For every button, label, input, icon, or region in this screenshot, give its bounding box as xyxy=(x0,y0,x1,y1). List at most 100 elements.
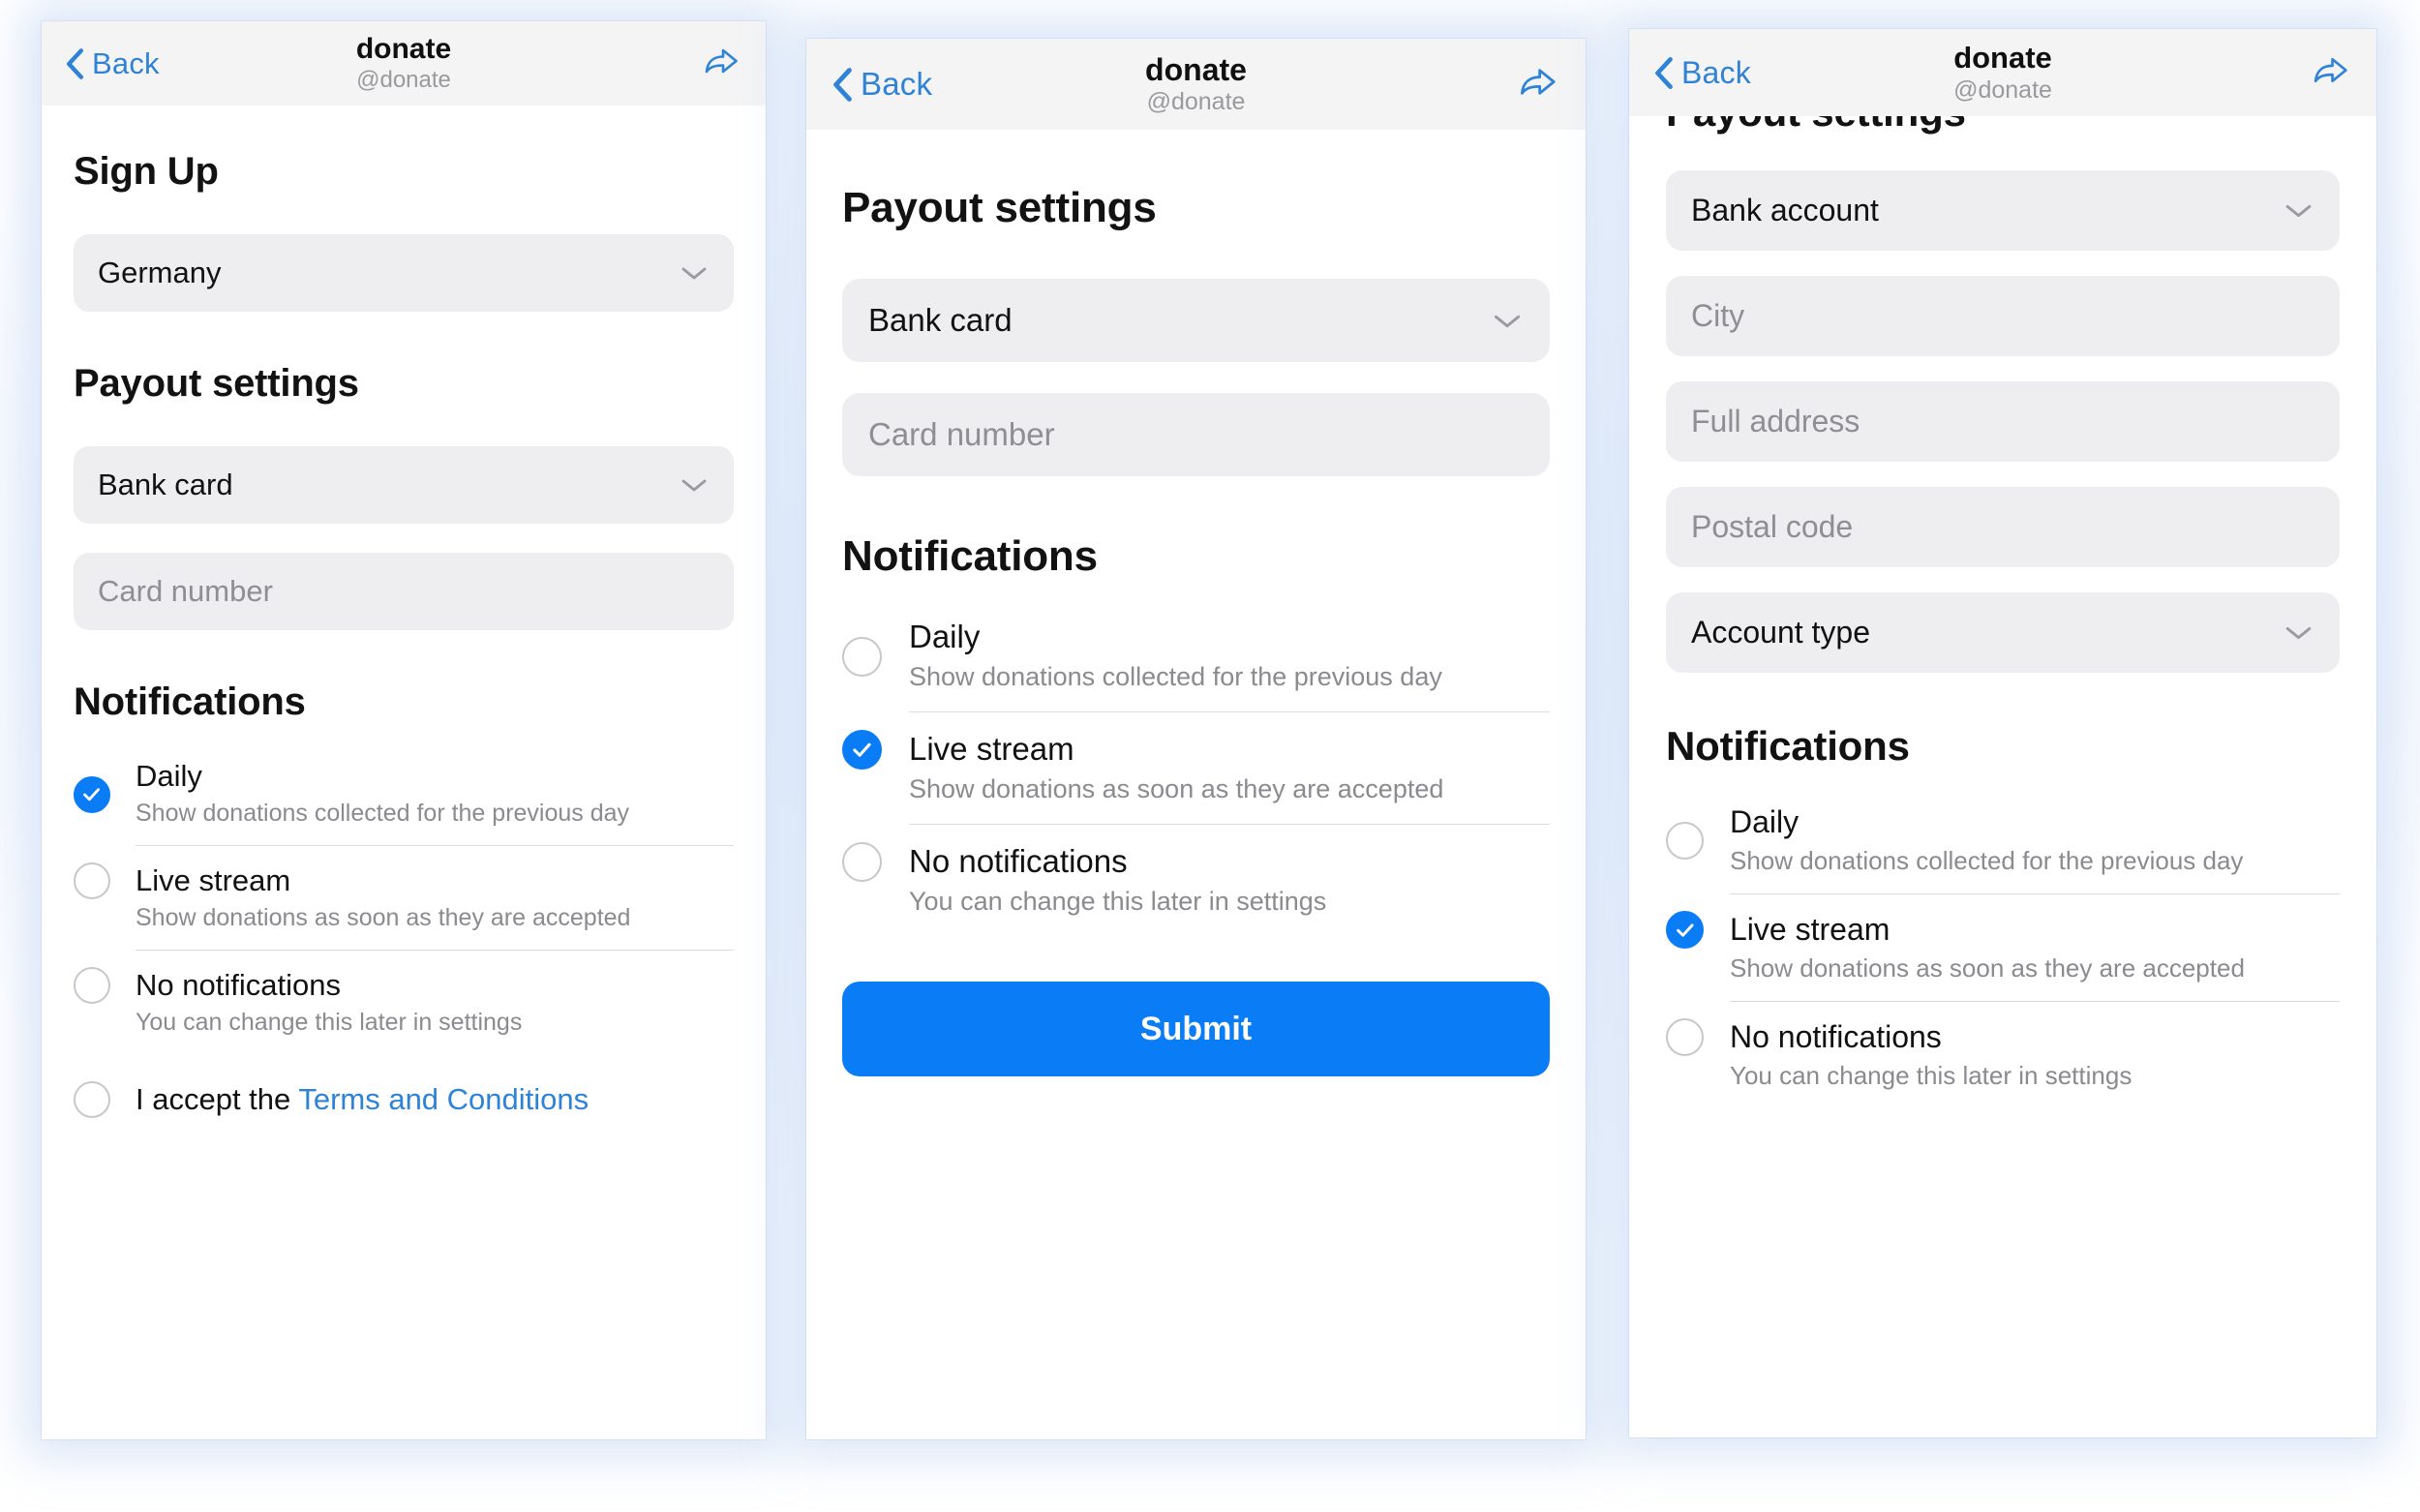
notifications-heading-a: Notifications xyxy=(74,680,306,723)
screen-a: Sign Up Germany Payout settings Bank car… xyxy=(42,106,766,1439)
notification-option-text: Daily Show donations collected for the p… xyxy=(1730,804,2340,876)
notifications-heading-b: Notifications xyxy=(842,532,1098,580)
terms-checkbox-row-a[interactable]: I accept the Terms and Conditions xyxy=(74,1081,734,1118)
notification-option-daily-b[interactable]: Daily Show donations collected for the p… xyxy=(842,610,1550,703)
account-type-select-c[interactable]: Account type xyxy=(1666,592,2340,673)
terms-prefix: I accept the xyxy=(136,1082,299,1116)
notification-option-desc: You can change this later in settings xyxy=(1730,1061,2133,1090)
page-handle-a: @donate xyxy=(356,67,451,94)
terms-and-conditions-link[interactable]: Terms and Conditions xyxy=(298,1082,589,1116)
notification-option-text: Live stream Show donations as soon as th… xyxy=(909,711,1550,804)
notifications-heading-c: Notifications xyxy=(1666,723,1910,769)
payout-method-value-a: Bank card xyxy=(98,468,233,501)
notification-option-label: Daily xyxy=(136,759,202,793)
notification-option-daily-c[interactable]: Daily Show donations collected for the p… xyxy=(1666,797,2340,886)
postal-code-placeholder-c: Postal code xyxy=(1691,509,1854,544)
postal-code-input-c[interactable]: Postal code xyxy=(1666,487,2340,567)
payout-method-value-c: Bank account xyxy=(1691,193,1879,227)
radio-unchecked-icon xyxy=(1666,822,1704,860)
notification-option-label: Live stream xyxy=(909,731,1074,767)
card-number-placeholder-a: Card number xyxy=(98,574,273,608)
notification-options-c: Daily Show donations collected for the p… xyxy=(1666,797,2340,1101)
payout-method-value-b: Bank card xyxy=(868,302,1013,338)
payout-heading-c: Payout settings xyxy=(1666,116,2340,136)
notification-option-label: No notifications xyxy=(136,968,341,1002)
notification-option-label: Daily xyxy=(909,619,981,654)
payout-method-select-c[interactable]: Bank account xyxy=(1666,170,2340,251)
notification-option-text: Live stream Show donations as soon as th… xyxy=(136,845,734,932)
back-button-c[interactable]: Back xyxy=(1653,55,1751,91)
country-select-a[interactable]: Germany xyxy=(74,234,734,312)
screen-c: Payout settings Bank account City Full a… xyxy=(1629,116,2376,1437)
nav-title-block-b: donate @donate xyxy=(1145,53,1247,116)
city-placeholder-c: City xyxy=(1691,298,1745,333)
notification-option-label: Live stream xyxy=(136,863,291,897)
back-button-a[interactable]: Back xyxy=(65,46,160,81)
notification-option-livestream-b[interactable]: Live stream Show donations as soon as th… xyxy=(842,703,1550,815)
radio-unchecked-icon xyxy=(74,862,110,899)
phone-panel-payout-bank: Back donate @donate Payout settings xyxy=(1629,29,2376,1437)
navbar-panel-a: Back donate @donate xyxy=(42,21,766,106)
phone-panel-signup: Back donate @donate Sign Up Germany Payo… xyxy=(42,21,766,1439)
full-address-placeholder-c: Full address xyxy=(1691,404,1860,438)
notification-option-label: Daily xyxy=(1730,804,1800,839)
notification-option-desc: Show donations collected for the previou… xyxy=(1730,846,2244,875)
payout-heading-b: Payout settings xyxy=(842,184,1157,231)
payout-heading-a: Payout settings xyxy=(74,362,359,405)
chevron-down-icon xyxy=(680,476,709,494)
back-button-label-c: Back xyxy=(1681,54,1751,90)
notification-option-desc: Show donations collected for the previou… xyxy=(136,800,630,827)
account-type-value-c: Account type xyxy=(1691,615,1870,650)
notification-option-desc: Show donations collected for the previou… xyxy=(909,662,1442,691)
notification-option-label: No notifications xyxy=(1730,1019,1942,1054)
chevron-down-icon xyxy=(2284,201,2314,220)
share-button-c[interactable] xyxy=(2311,50,2350,95)
notification-option-livestream-a[interactable]: Live stream Show donations as soon as th… xyxy=(74,837,734,942)
notification-option-none-c[interactable]: No notifications You can change this lat… xyxy=(1666,993,2340,1101)
navbar-panel-b: Back donate @donate xyxy=(806,39,1586,130)
payout-method-select-b[interactable]: Bank card xyxy=(842,279,1550,362)
chevron-left-icon xyxy=(832,67,854,103)
page-handle-b: @donate xyxy=(1146,88,1246,116)
share-arrow-icon xyxy=(702,42,741,85)
notification-option-text: Daily Show donations collected for the p… xyxy=(909,619,1550,692)
card-number-input-b[interactable]: Card number xyxy=(842,393,1550,476)
radio-unchecked-icon xyxy=(74,967,110,1004)
back-button-b[interactable]: Back xyxy=(832,66,932,103)
radio-unchecked-icon xyxy=(74,1081,110,1118)
radio-unchecked-icon xyxy=(1666,1018,1704,1056)
nav-title-block-a: donate @donate xyxy=(356,33,451,94)
terms-text: I accept the Terms and Conditions xyxy=(136,1082,589,1117)
card-number-placeholder-b: Card number xyxy=(868,416,1055,452)
chevron-left-icon xyxy=(65,47,85,80)
notification-option-desc: You can change this later in settings xyxy=(136,1009,523,1036)
radio-checked-icon xyxy=(1666,911,1704,949)
notification-option-none-b[interactable]: No notifications You can change this lat… xyxy=(842,815,1550,927)
notification-option-desc: Show donations as soon as they are accep… xyxy=(1730,953,2245,983)
country-select-value-a: Germany xyxy=(98,256,222,289)
notification-option-text: Daily Show donations collected for the p… xyxy=(136,759,734,828)
notification-option-daily-a[interactable]: Daily Show donations collected for the p… xyxy=(74,751,734,837)
page-title-b: donate xyxy=(1145,51,1247,87)
nav-title-block-c: donate @donate xyxy=(1953,42,2052,103)
notification-option-text: Live stream Show donations as soon as th… xyxy=(1730,893,2340,983)
city-input-c[interactable]: City xyxy=(1666,276,2340,356)
notification-option-label: Live stream xyxy=(1730,912,1891,947)
share-button-b[interactable] xyxy=(1517,61,1558,107)
radio-unchecked-icon xyxy=(842,637,882,677)
submit-button[interactable]: Submit xyxy=(842,982,1550,1076)
share-button-a[interactable] xyxy=(702,42,741,85)
card-number-input-a[interactable]: Card number xyxy=(74,553,734,630)
notification-option-text: No notifications You can change this lat… xyxy=(1730,1001,2340,1091)
notification-options-b: Daily Show donations collected for the p… xyxy=(842,610,1550,927)
notification-option-livestream-c[interactable]: Live stream Show donations as soon as th… xyxy=(1666,886,2340,993)
radio-checked-icon xyxy=(842,730,882,770)
notification-option-label: No notifications xyxy=(909,843,1128,879)
full-address-input-c[interactable]: Full address xyxy=(1666,381,2340,462)
notification-option-none-a[interactable]: No notifications You can change this lat… xyxy=(74,942,734,1046)
payout-method-select-a[interactable]: Bank card xyxy=(74,446,734,524)
page-title-c: donate xyxy=(1953,41,2052,76)
chevron-left-icon xyxy=(1653,56,1675,90)
phone-panel-payout-card: Back donate @donate Payout settings Bank xyxy=(806,39,1586,1439)
signup-heading: Sign Up xyxy=(74,150,219,193)
